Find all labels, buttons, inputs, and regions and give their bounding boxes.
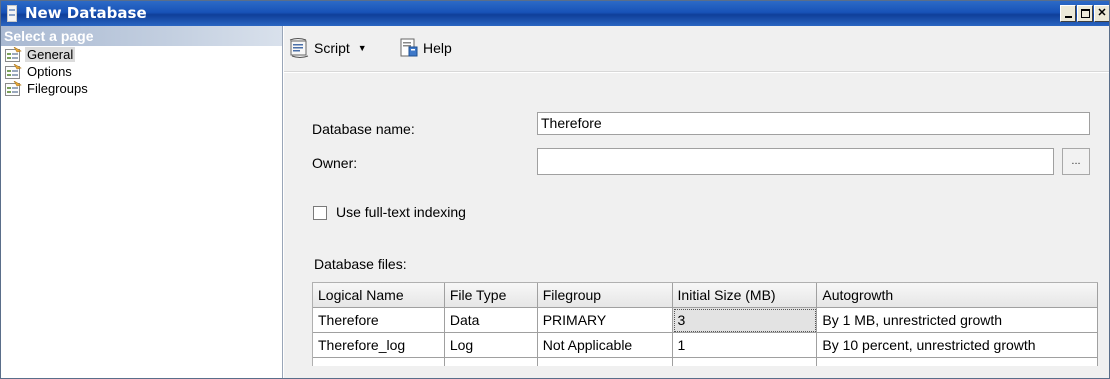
owner-input[interactable]: [537, 148, 1054, 175]
page-properties-icon: [5, 64, 22, 79]
script-icon: [289, 38, 309, 58]
page-properties-icon: [5, 47, 22, 62]
table-row[interactable]: Therefore_log Log Not Applicable 1 By 10…: [313, 333, 1098, 358]
script-button[interactable]: Script ▼: [289, 38, 367, 58]
maximize-icon: [1081, 9, 1090, 18]
title-bar: New Database ✕: [1, 1, 1109, 26]
logical-name-cell[interactable]: Therefore: [313, 308, 445, 333]
close-icon: ✕: [1097, 7, 1107, 19]
page-selector-panel: Select a page General Options Filegroups: [1, 26, 283, 378]
column-header-filegroup[interactable]: Filegroup: [537, 283, 673, 308]
database-files-label: Database files:: [314, 256, 407, 272]
column-header-file-type[interactable]: File Type: [444, 283, 538, 308]
page-selector-header: Select a page: [1, 26, 282, 46]
filegroup-cell[interactable]: PRIMARY: [537, 308, 673, 333]
owner-label: Owner:: [312, 155, 358, 171]
page-properties-icon: [5, 81, 22, 96]
sidebar-item-options[interactable]: Options: [1, 63, 282, 80]
column-header-autogrowth[interactable]: Autogrowth: [817, 283, 1098, 308]
empty-cell: [537, 358, 673, 366]
chevron-down-icon[interactable]: ▼: [358, 43, 367, 53]
empty-cell: [672, 358, 818, 366]
maximize-button[interactable]: [1077, 5, 1093, 22]
database-name-label: Database name:: [312, 121, 415, 137]
window-title: New Database: [25, 4, 147, 22]
file-type-cell[interactable]: Log: [444, 333, 538, 358]
sidebar-item-label: Options: [27, 64, 72, 79]
sidebar-item-label: General: [25, 47, 76, 62]
script-label: Script: [314, 40, 350, 56]
close-button[interactable]: ✕: [1094, 5, 1109, 22]
database-name-input[interactable]: Therefore: [537, 112, 1090, 135]
document-icon: [7, 5, 17, 22]
help-button[interactable]: Help: [398, 38, 452, 58]
help-label: Help: [423, 40, 452, 56]
browse-owner-button[interactable]: ...: [1062, 148, 1090, 175]
database-files-grid: Logical Name File Type Filegroup Initial…: [312, 282, 1098, 366]
fulltext-indexing-checkbox[interactable]: [313, 206, 327, 220]
grid-header-row: Logical Name File Type Filegroup Initial…: [313, 283, 1098, 308]
minimize-button[interactable]: [1060, 5, 1076, 22]
sidebar-item-filegroups[interactable]: Filegroups: [1, 80, 282, 97]
empty-row: [313, 358, 1098, 366]
column-header-logical-name[interactable]: Logical Name: [313, 283, 445, 308]
autogrowth-cell[interactable]: By 1 MB, unrestricted growth: [817, 308, 1098, 333]
new-database-window: New Database ✕ Select a page General Opt…: [0, 0, 1110, 379]
initial-size-cell[interactable]: 1: [672, 333, 818, 358]
filegroup-cell[interactable]: Not Applicable: [537, 333, 673, 358]
sidebar-item-label: Filegroups: [27, 81, 88, 96]
file-type-cell[interactable]: Data: [444, 308, 538, 333]
sidebar-item-general[interactable]: General: [1, 46, 282, 63]
help-icon: [400, 38, 418, 57]
autogrowth-cell[interactable]: By 10 percent, unrestricted growth: [817, 333, 1098, 358]
column-header-initial-size[interactable]: Initial Size (MB): [672, 283, 818, 308]
toolbar: Script ▼ Help: [284, 26, 1109, 72]
empty-cell: [444, 358, 538, 366]
initial-size-cell[interactable]: 3: [672, 308, 818, 333]
logical-name-cell[interactable]: Therefore_log: [313, 333, 445, 358]
minimize-icon: [1065, 16, 1072, 18]
table-row[interactable]: Therefore Data PRIMARY 3 By 1 MB, unrest…: [313, 308, 1098, 333]
empty-cell: [817, 358, 1098, 366]
general-page: Database name: Therefore Owner: ... Use …: [284, 73, 1109, 378]
fulltext-indexing-label: Use full-text indexing: [336, 204, 466, 220]
empty-cell: [313, 358, 445, 366]
